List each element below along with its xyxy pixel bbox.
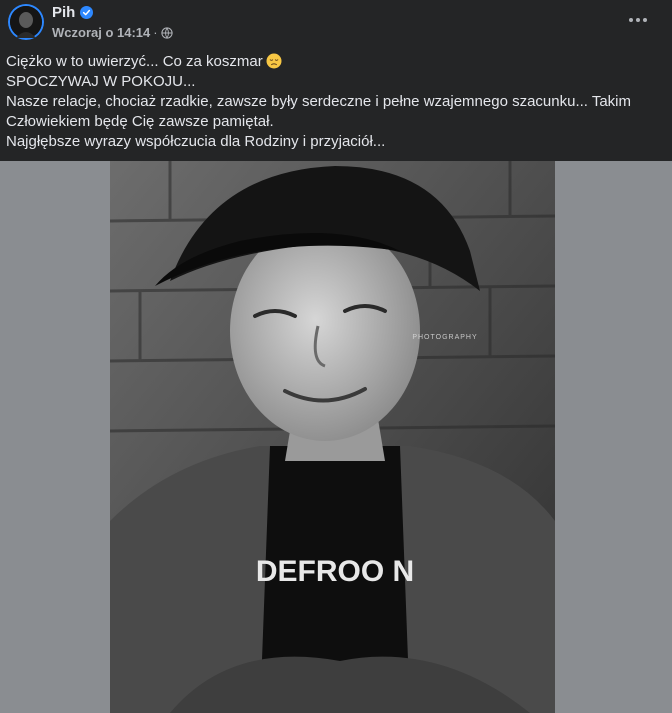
post-line-2: SPOCZYWAJ W POKOJU... — [6, 73, 196, 90]
post-text: Ciężko w to uwierzyć... Co za koszmar SP… — [6, 52, 656, 152]
more-options-button[interactable] — [622, 6, 654, 34]
shirt-print-text: DEFROO N — [256, 555, 414, 588]
post-media: DEFROO N PHOTOGRAPHY — [0, 161, 672, 713]
verified-badge-icon — [80, 6, 94, 19]
meta-separator: · — [153, 25, 158, 40]
post-meta: Wczoraj o 14:14 · — [52, 25, 173, 40]
photo-watermark: PHOTOGRAPHY — [412, 334, 477, 341]
post-line-4: Najgłębsze wyrazy współczucia dla Rodzin… — [6, 133, 386, 150]
author-name[interactable]: Pih — [52, 4, 75, 21]
more-dots-icon — [629, 18, 633, 22]
post-line-3: Nasze relacje, chociaż rzadkie, zawsze b… — [6, 93, 632, 130]
sad-face-emoji-icon — [266, 53, 282, 69]
author-row: Pih — [52, 4, 94, 21]
post-line-1-text: Ciężko w to uwierzyć... Co za koszmar — [6, 53, 263, 70]
facebook-post: Pih Wczoraj o 14:14 · Ciężko w to uwierz… — [0, 0, 672, 713]
post-line-1: Ciężko w to uwierzyć... Co za koszmar — [6, 52, 656, 72]
author-avatar[interactable] — [8, 4, 44, 40]
post-timestamp[interactable]: Wczoraj o 14:14 — [52, 25, 150, 40]
post-photo[interactable]: DEFROO N PHOTOGRAPHY — [110, 161, 555, 713]
portrait-photo-image: DEFROO N PHOTOGRAPHY — [110, 161, 555, 713]
avatar-image — [10, 6, 42, 38]
post-header: Pih Wczoraj o 14:14 · — [0, 0, 672, 46]
globe-icon[interactable] — [160, 26, 173, 39]
